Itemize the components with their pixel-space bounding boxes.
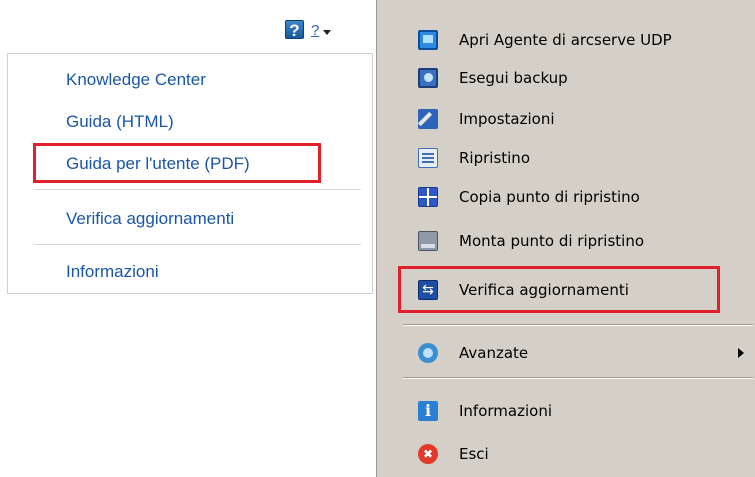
advanced-icon (418, 343, 438, 363)
restore-icon (418, 148, 438, 168)
menu-separator (403, 324, 753, 326)
ctx-item-label: Impostazioni (459, 110, 555, 128)
ctx-item-advanced[interactable]: Avanzate (377, 336, 755, 370)
wrench-icon (418, 109, 438, 129)
menu-separator (34, 244, 361, 245)
ctx-item-copy-recovery-point[interactable]: Copia punto di ripristino (377, 180, 755, 214)
menu-item-about[interactable]: Informazioni (66, 261, 159, 283)
ctx-item-label: Avanzate (459, 344, 529, 362)
ctx-item-about[interactable]: Informazioni (377, 394, 755, 428)
ctx-item-open-agent[interactable]: Apri Agente di arcserve UDP (377, 23, 755, 57)
monitor-icon (418, 30, 438, 50)
menu-item-check-updates[interactable]: Verifica aggiornamenti (66, 208, 234, 230)
ctx-item-restore[interactable]: Ripristino (377, 141, 755, 175)
ctx-item-label: Monta punto di ripristino (459, 232, 645, 250)
exit-icon (418, 444, 438, 464)
ctx-item-label: Apri Agente di arcserve UDP (459, 31, 672, 49)
submenu-arrow-icon (738, 348, 744, 358)
help-icon[interactable]: ? (285, 20, 304, 40)
menu-separator (403, 377, 753, 379)
info-icon (418, 401, 438, 421)
tray-context-menu: Apri Agente di arcserve UDP Esegui backu… (376, 0, 755, 477)
chevron-down-icon (323, 30, 331, 35)
grid-icon (418, 187, 438, 207)
menu-separator (34, 189, 361, 190)
mount-icon (418, 231, 438, 251)
menu-item-guide-html[interactable]: Guida (HTML) (66, 111, 174, 133)
menu-item-knowledge-center[interactable]: Knowledge Center (66, 69, 206, 91)
ctx-item-settings[interactable]: Impostazioni (377, 102, 755, 136)
ctx-item-mount-recovery-point[interactable]: Monta punto di ripristino (377, 224, 755, 258)
help-dropdown-button[interactable]: ? (311, 22, 335, 40)
highlight-box-right (398, 266, 720, 313)
ctx-item-exit[interactable]: Esci (377, 437, 755, 471)
ctx-item-run-backup[interactable]: Esegui backup (377, 61, 755, 95)
ctx-item-label: Esegui backup (459, 69, 568, 87)
backup-icon (418, 68, 438, 88)
highlight-box-left (33, 143, 321, 183)
ctx-item-label: Ripristino (459, 149, 530, 167)
ctx-item-label: Copia punto di ripristino (459, 188, 640, 206)
help-dropdown-label: ? (311, 22, 320, 39)
ctx-item-label: Informazioni (459, 402, 552, 420)
ctx-item-label: Esci (459, 445, 489, 463)
